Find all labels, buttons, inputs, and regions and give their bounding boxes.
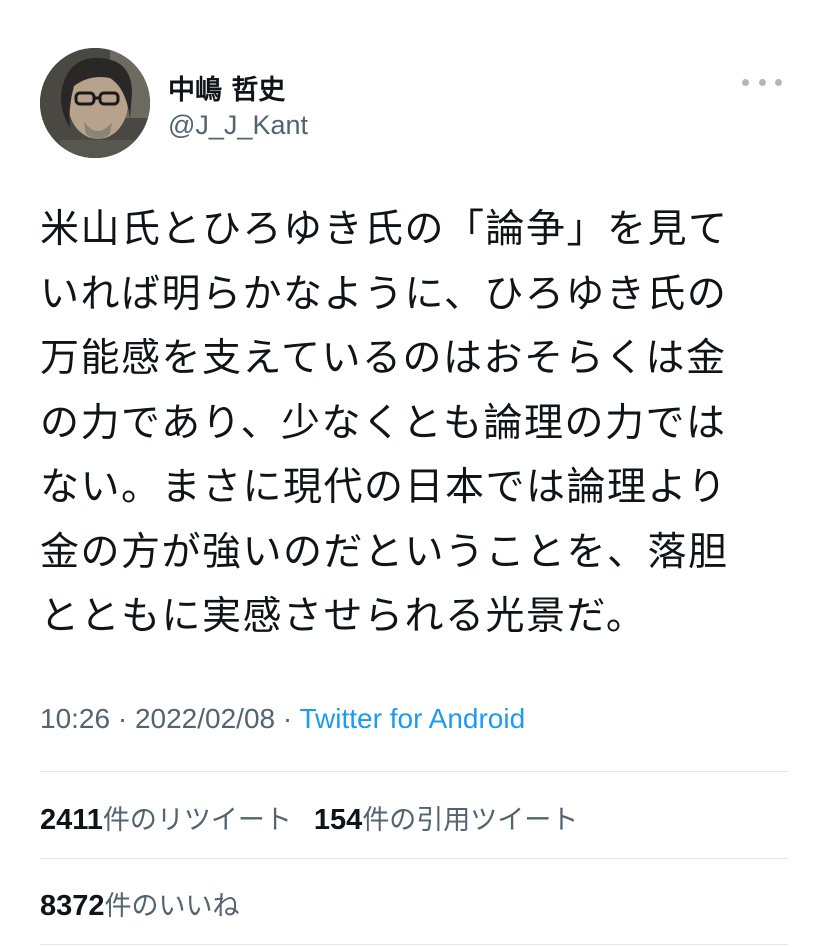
likes-count: 8372 — [40, 890, 105, 922]
separator: · — [110, 703, 135, 734]
user-handle[interactable]: @J_J_Kant — [168, 110, 308, 141]
likes-label: 件のいいね — [104, 891, 240, 922]
retweets-stat[interactable]: 2411件のリツイート — [40, 798, 292, 837]
quotes-label: 件の引用ツイート — [362, 805, 579, 836]
avatar[interactable] — [40, 48, 150, 158]
tweet-text: 米山氏とひろゆき氏の「論争」を見て いれば明らかなように、ひろゆき氏の 万能感を… — [40, 198, 790, 650]
display-name[interactable]: 中嶋 哲史 — [168, 68, 285, 107]
dot — [758, 78, 766, 86]
retweets-label: 件のリツイート — [102, 805, 292, 836]
tweet-line: ない。まさに現代の日本では論理より — [40, 465, 728, 510]
tweet-line: 米山氏とひろゆき氏の「論争」を見て — [40, 207, 729, 252]
tweet-line: の力であり、少なくとも論理の力では — [40, 400, 727, 446]
avatar-image — [40, 48, 150, 158]
tweet-line: いれば明らかなように、ひろゆき氏の — [40, 271, 728, 317]
retweet-stats-row: 2411件のリツイート 154件の引用ツイート — [40, 798, 578, 837]
divider — [40, 858, 788, 859]
tweet-line: 金の方が強いのだということを、落胆 — [40, 529, 729, 575]
retweets-count: 2411 — [40, 804, 103, 836]
tweet-line: とともに実感させられる光景だ。 — [40, 594, 647, 639]
quotes-count: 154 — [313, 804, 363, 836]
divider — [40, 944, 788, 945]
tweet-time[interactable]: 10:26 — [40, 703, 110, 734]
likes-stat[interactable]: 8372件のいいね — [40, 884, 240, 923]
tweet-line: 万能感を支えているのはおそらくは金 — [40, 336, 727, 381]
dot — [742, 78, 749, 86]
tweet-header: 中嶋 哲史 @J_J_Kant — [40, 48, 790, 160]
divider — [40, 771, 788, 772]
tweet-date[interactable]: 2022/02/08 — [135, 703, 275, 734]
separator: · — [275, 703, 300, 734]
ellipsis-icon[interactable] — [742, 72, 782, 92]
tweet-meta: 10:26 · 2022/02/08 · Twitter for Android — [40, 703, 525, 735]
dot — [775, 78, 782, 86]
tweet-source-link[interactable]: Twitter for Android — [300, 703, 526, 734]
quotes-stat[interactable]: 154件の引用ツイート — [314, 798, 578, 837]
likes-stats-row: 8372件のいいね — [40, 884, 240, 923]
